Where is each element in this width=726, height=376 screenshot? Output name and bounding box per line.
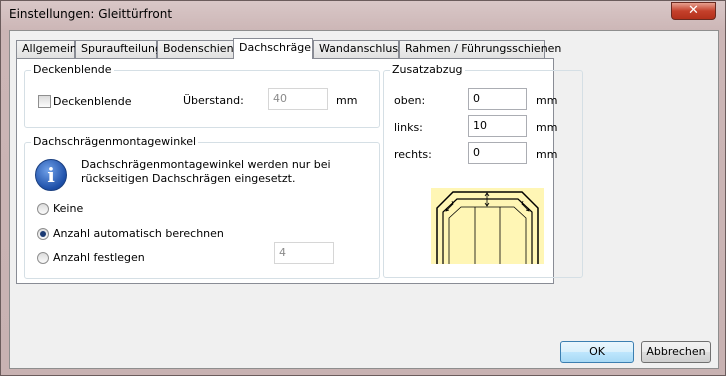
window-title: Einstellungen: Gleittürfront (9, 7, 173, 21)
info-text-line1: Dachschrägenmontagewinkel werden nur bei (81, 158, 331, 171)
links-unit: mm (536, 121, 558, 134)
group-zusatzabzug: Zusatzabzug oben: 0 mm links: 10 mm rech… (383, 63, 583, 278)
tab-allgemein[interactable]: Allgemein (16, 40, 77, 58)
radio-anzahl-automatisch-label: Anzahl automatisch berechnen (53, 227, 224, 240)
close-icon: ✕ (688, 3, 699, 18)
tab-wandanschluss[interactable]: Wandanschluss (313, 40, 404, 58)
info-icon: i (35, 159, 67, 191)
cancel-button[interactable]: Abbrechen (641, 341, 711, 363)
oben-label: oben: (394, 94, 426, 107)
rechts-input[interactable]: 0 (468, 142, 527, 164)
tab-page-dachschraege: Deckenblende Deckenblende Überstand: 40 … (16, 58, 583, 284)
oben-input[interactable]: 0 (468, 88, 527, 110)
dachschraege-diagram (431, 188, 544, 264)
tab-rahmen-fuehrungsschienen[interactable]: Rahmen / Führungsschienen (399, 40, 561, 58)
dialog-window: Einstellungen: Gleittürfront ✕ Allgemein… (0, 0, 726, 376)
ueberstand-unit: mm (336, 94, 358, 107)
dialog-client-area: Allgemein Spuraufteilung Bodenschiene Da… (9, 30, 719, 369)
tab-dachschraege[interactable]: Dachschräge (233, 38, 313, 59)
close-button[interactable]: ✕ (671, 2, 716, 20)
group-label-montagewinkel: Dachschrägenmontagewinkel (31, 135, 199, 148)
links-label: links: (394, 121, 423, 134)
group-label-zusatzabzug: Zusatzabzug (390, 63, 465, 76)
deckenblende-checkbox[interactable] (38, 95, 51, 108)
rechts-unit: mm (536, 148, 558, 161)
radio-anzahl-festlegen-label: Anzahl festlegen (53, 251, 145, 264)
ueberstand-label: Überstand: (183, 94, 244, 107)
ueberstand-input[interactable]: 40 (268, 88, 328, 110)
info-text-line2: rückseitigen Dachschrägen eingesetzt. (81, 172, 296, 185)
radio-anzahl-festlegen[interactable] (37, 252, 49, 264)
rechts-label: rechts: (394, 148, 432, 161)
radio-anzahl-automatisch[interactable] (37, 228, 49, 240)
group-label-deckenblende: Deckenblende (31, 63, 114, 76)
group-deckenblende: Deckenblende Deckenblende Überstand: 40 … (24, 63, 380, 128)
ok-button[interactable]: OK (560, 341, 634, 363)
deckenblende-checkbox-label: Deckenblende (53, 95, 132, 108)
group-montagewinkel: Dachschrägenmontagewinkel i Dachschrägen… (24, 135, 380, 279)
oben-unit: mm (536, 94, 558, 107)
anzahl-input[interactable]: 4 (274, 242, 334, 264)
title-bar[interactable]: Einstellungen: Gleittürfront ✕ (1, 1, 725, 29)
radio-keine-label: Keine (53, 202, 84, 215)
radio-keine[interactable] (37, 203, 49, 215)
tab-spuraufteilung[interactable]: Spuraufteilung (75, 40, 162, 58)
links-input[interactable]: 10 (468, 115, 527, 137)
tab-bodenschiene[interactable]: Bodenschiene (157, 40, 240, 58)
